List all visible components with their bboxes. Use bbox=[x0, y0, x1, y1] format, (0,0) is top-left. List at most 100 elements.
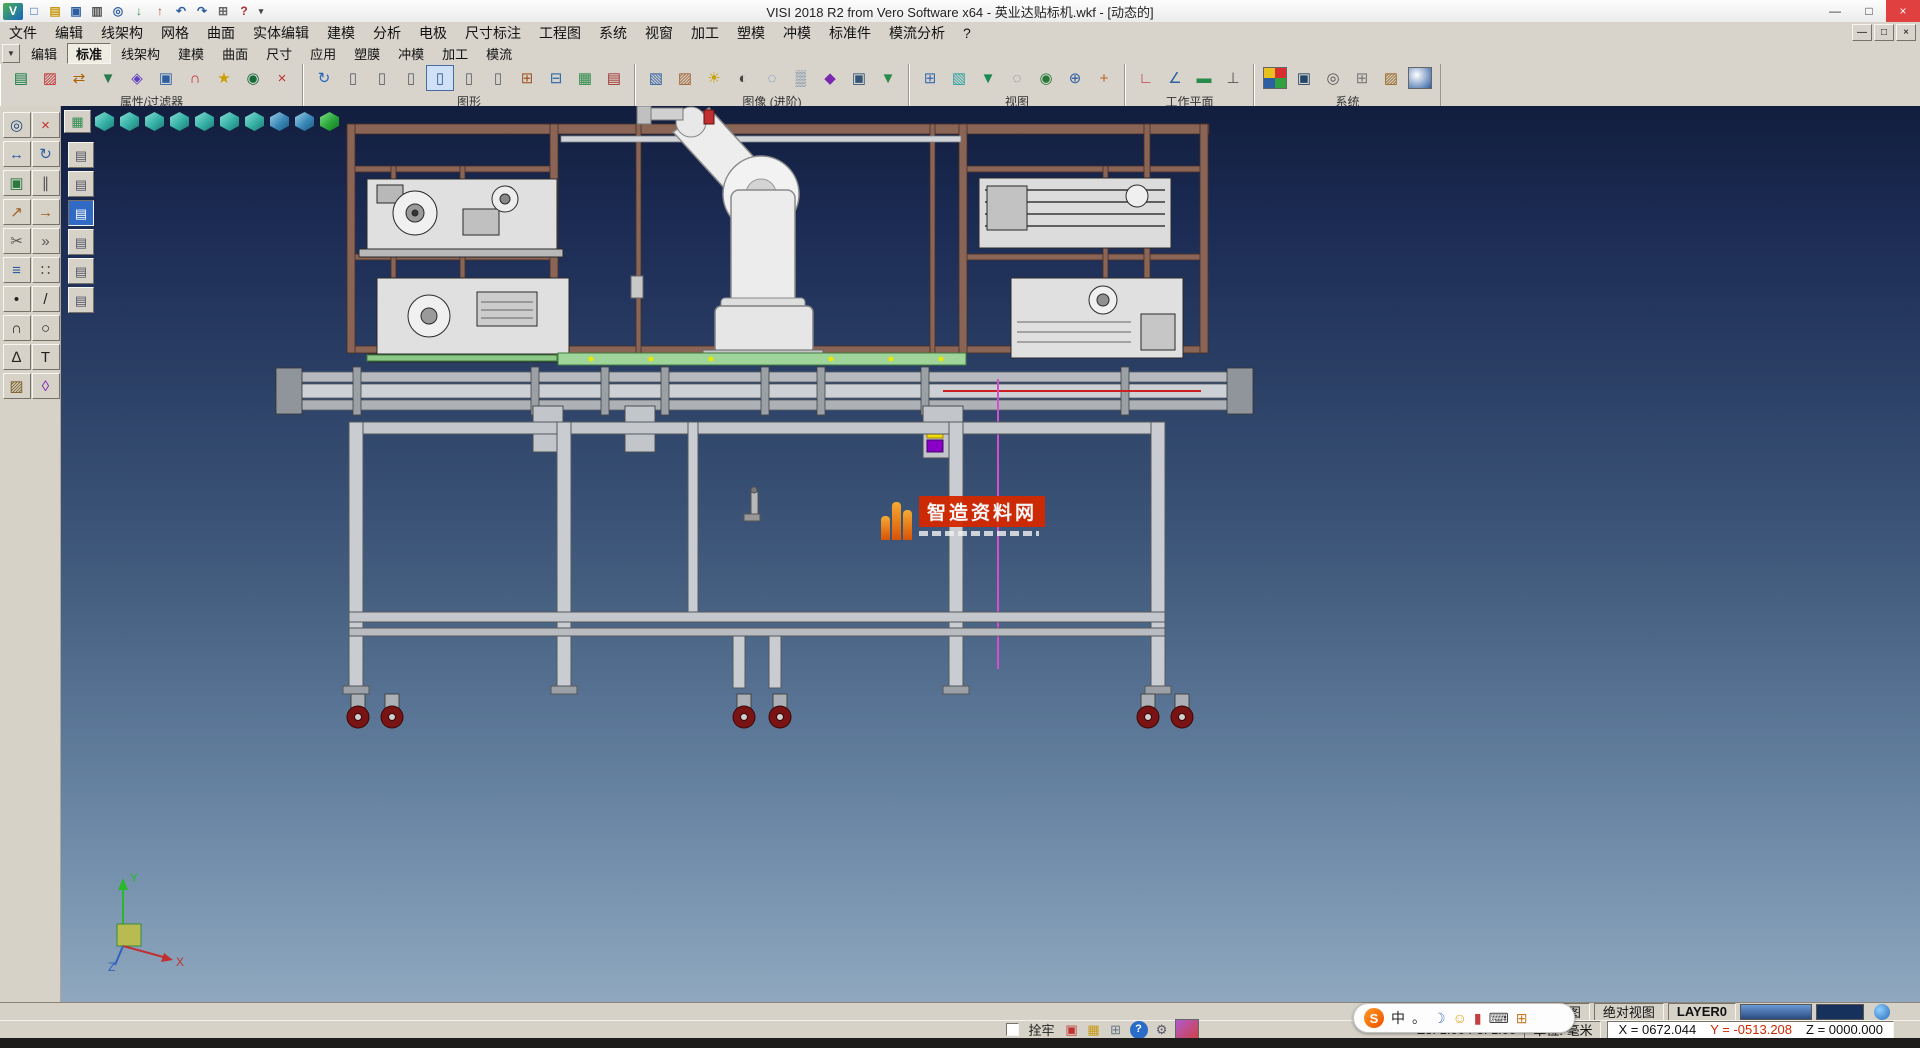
help-icon[interactable]: ? bbox=[234, 3, 254, 20]
entity-filter-icon[interactable]: ▼ bbox=[94, 65, 122, 91]
globe-icon[interactable] bbox=[1874, 1004, 1890, 1020]
grid-toggle-icon[interactable]: ⊞ bbox=[1105, 1021, 1127, 1039]
import-icon[interactable]: ↓ bbox=[129, 3, 149, 20]
attribute-copy-icon[interactable]: ⇄ bbox=[65, 65, 93, 91]
view-box-icon[interactable]: ⊞ bbox=[513, 65, 541, 91]
arc-icon[interactable]: ∩ bbox=[3, 315, 31, 341]
open-file-icon[interactable]: ▤ bbox=[45, 3, 65, 20]
layer-manager-icon[interactable]: ▤ bbox=[7, 65, 35, 91]
shadow-icon[interactable]: ◐ bbox=[729, 65, 757, 91]
menu-item[interactable]: 建模 bbox=[318, 22, 364, 43]
eraser-icon[interactable]: ◊ bbox=[32, 373, 60, 399]
show-entities-icon[interactable]: ◉ bbox=[1032, 65, 1060, 91]
background-icon[interactable]: ▒ bbox=[787, 65, 815, 91]
quick-filter-icon[interactable]: ◈ bbox=[123, 65, 151, 91]
print-preview-icon[interactable]: ◎ bbox=[108, 3, 128, 20]
tab[interactable]: 建模 bbox=[170, 44, 212, 63]
menu-item[interactable]: 冲模 bbox=[774, 22, 820, 43]
iso-view-icon[interactable] bbox=[95, 112, 114, 131]
rotate-icon[interactable]: ↻ bbox=[32, 141, 60, 167]
tab[interactable]: 尺寸 bbox=[258, 44, 300, 63]
view-mode-cell[interactable]: 绝对视图 bbox=[1594, 1003, 1664, 1021]
texture-map-icon[interactable]: ▨ bbox=[671, 65, 699, 91]
tab[interactable]: 加工 bbox=[434, 44, 476, 63]
lighting-icon[interactable]: ☀ bbox=[700, 65, 728, 91]
workplane-face-icon[interactable]: ▬ bbox=[1190, 65, 1218, 91]
profile-icon[interactable]: ▣ bbox=[1061, 1021, 1083, 1039]
menu-item[interactable]: 电极 bbox=[410, 22, 456, 43]
tab[interactable]: 编辑 bbox=[23, 44, 65, 63]
menu-item[interactable]: 系统 bbox=[590, 22, 636, 43]
redraw-icon[interactable]: ↻ bbox=[310, 65, 338, 91]
offset-icon[interactable]: ≡ bbox=[3, 257, 31, 283]
color-edit-icon[interactable]: ▨ bbox=[36, 65, 64, 91]
delete-icon[interactable]: × bbox=[32, 112, 60, 138]
new-file-icon[interactable]: □ bbox=[24, 3, 44, 20]
tab-overflow-icon[interactable]: ▼ bbox=[2, 44, 20, 63]
sogou-logo-icon[interactable]: S bbox=[1364, 1008, 1384, 1028]
view-filter-icon[interactable]: ▼ bbox=[974, 65, 1002, 91]
scale-icon[interactable]: ↗ bbox=[3, 199, 31, 225]
tab[interactable]: 塑膜 bbox=[346, 44, 388, 63]
mdi-restore-button[interactable]: □ bbox=[1874, 24, 1894, 41]
snapshot-icon[interactable]: ◎ bbox=[1319, 65, 1347, 91]
highlight-icon[interactable]: ★ bbox=[210, 65, 238, 91]
display-mode-2-icon[interactable]: ▯ bbox=[368, 65, 396, 91]
section-box-icon[interactable]: ⊟ bbox=[542, 65, 570, 91]
visi-logo-icon[interactable]: V bbox=[3, 3, 23, 20]
top-view-icon[interactable] bbox=[120, 112, 139, 131]
hatch-icon[interactable]: ▨ bbox=[1377, 65, 1405, 91]
image-filter-icon[interactable]: ▼ bbox=[874, 65, 902, 91]
hatch-tool-icon[interactable]: ▨ bbox=[3, 373, 31, 399]
minimize-button[interactable]: — bbox=[1818, 0, 1852, 22]
maximize-button[interactable]: □ bbox=[1852, 0, 1886, 22]
advanced-shading-icon[interactable]: ▧ bbox=[642, 65, 670, 91]
copy-icon[interactable]: ▣ bbox=[3, 170, 31, 196]
undo-icon[interactable]: ↶ bbox=[171, 3, 191, 20]
close-button[interactable]: × bbox=[1886, 0, 1920, 22]
ime-mode-toggle[interactable]: 中 bbox=[1391, 1008, 1405, 1028]
tab[interactable]: 模流 bbox=[478, 44, 520, 63]
transparency-icon[interactable]: ◌ bbox=[758, 65, 786, 91]
bottom-view-icon[interactable] bbox=[145, 112, 164, 131]
history-list-icon[interactable]: ▤ bbox=[68, 287, 94, 313]
trim-icon[interactable]: ✂ bbox=[3, 228, 31, 254]
workplane-xy-icon[interactable]: ∟ bbox=[1132, 65, 1160, 91]
reset-filter-icon[interactable]: × bbox=[268, 65, 296, 91]
render-sphere-icon[interactable] bbox=[1408, 67, 1432, 89]
menu-item[interactable]: 工程图 bbox=[530, 22, 590, 43]
pattern-icon[interactable]: ∷ bbox=[32, 257, 60, 283]
magnet-snap-icon[interactable]: ∩ bbox=[181, 65, 209, 91]
line-icon[interactable]: / bbox=[32, 286, 60, 312]
menu-item[interactable]: 加工 bbox=[682, 22, 728, 43]
gear-icon[interactable]: ⚙ bbox=[1151, 1021, 1173, 1039]
front-view-icon[interactable] bbox=[170, 112, 189, 131]
color-map-icon[interactable] bbox=[1263, 67, 1287, 89]
qat-dropdown-icon[interactable]: ▾ bbox=[255, 3, 267, 20]
menu-item[interactable]: 编辑 bbox=[46, 22, 92, 43]
viewport[interactable]: ▦ ▤▤▤▤▤▤ 智造资料网 Y X Z bbox=[61, 106, 1920, 1002]
layer-list-icon[interactable]: ▤ bbox=[68, 200, 94, 226]
right-view-icon[interactable] bbox=[245, 112, 264, 131]
keyboard-icon[interactable]: ⌨ bbox=[1489, 1010, 1509, 1027]
axonometric-view-icon[interactable] bbox=[270, 112, 289, 131]
toolbox-icon[interactable]: ⊞ bbox=[1516, 1010, 1528, 1027]
menu-item[interactable]: 塑模 bbox=[728, 22, 774, 43]
display-mode-1-icon[interactable]: ▯ bbox=[339, 65, 367, 91]
display-mode-3-icon[interactable]: ▯ bbox=[397, 65, 425, 91]
menu-item[interactable]: 尺寸标注 bbox=[456, 22, 530, 43]
workplane-3points-icon[interactable]: ∠ bbox=[1161, 65, 1189, 91]
attribute-table-icon[interactable]: ▤ bbox=[600, 65, 628, 91]
punctuation-icon[interactable]: 。 bbox=[1412, 1008, 1426, 1028]
hide-entities-icon[interactable]: ◌ bbox=[1003, 65, 1031, 91]
menu-item[interactable]: 线架构 bbox=[92, 22, 152, 43]
display-mode-4-icon[interactable]: ▯ bbox=[426, 65, 454, 91]
material-list-icon[interactable]: ▤ bbox=[68, 258, 94, 284]
menu-item[interactable]: 标准件 bbox=[820, 22, 880, 43]
selection-mask-icon[interactable]: ▣ bbox=[152, 65, 180, 91]
point-icon[interactable]: • bbox=[3, 286, 31, 312]
layer-cell[interactable]: LAYER0 bbox=[1668, 1003, 1736, 1021]
extend-icon[interactable]: » bbox=[32, 228, 60, 254]
color-table-icon[interactable]: ▦ bbox=[571, 65, 599, 91]
lock-checkbox[interactable] bbox=[1006, 1023, 1019, 1036]
